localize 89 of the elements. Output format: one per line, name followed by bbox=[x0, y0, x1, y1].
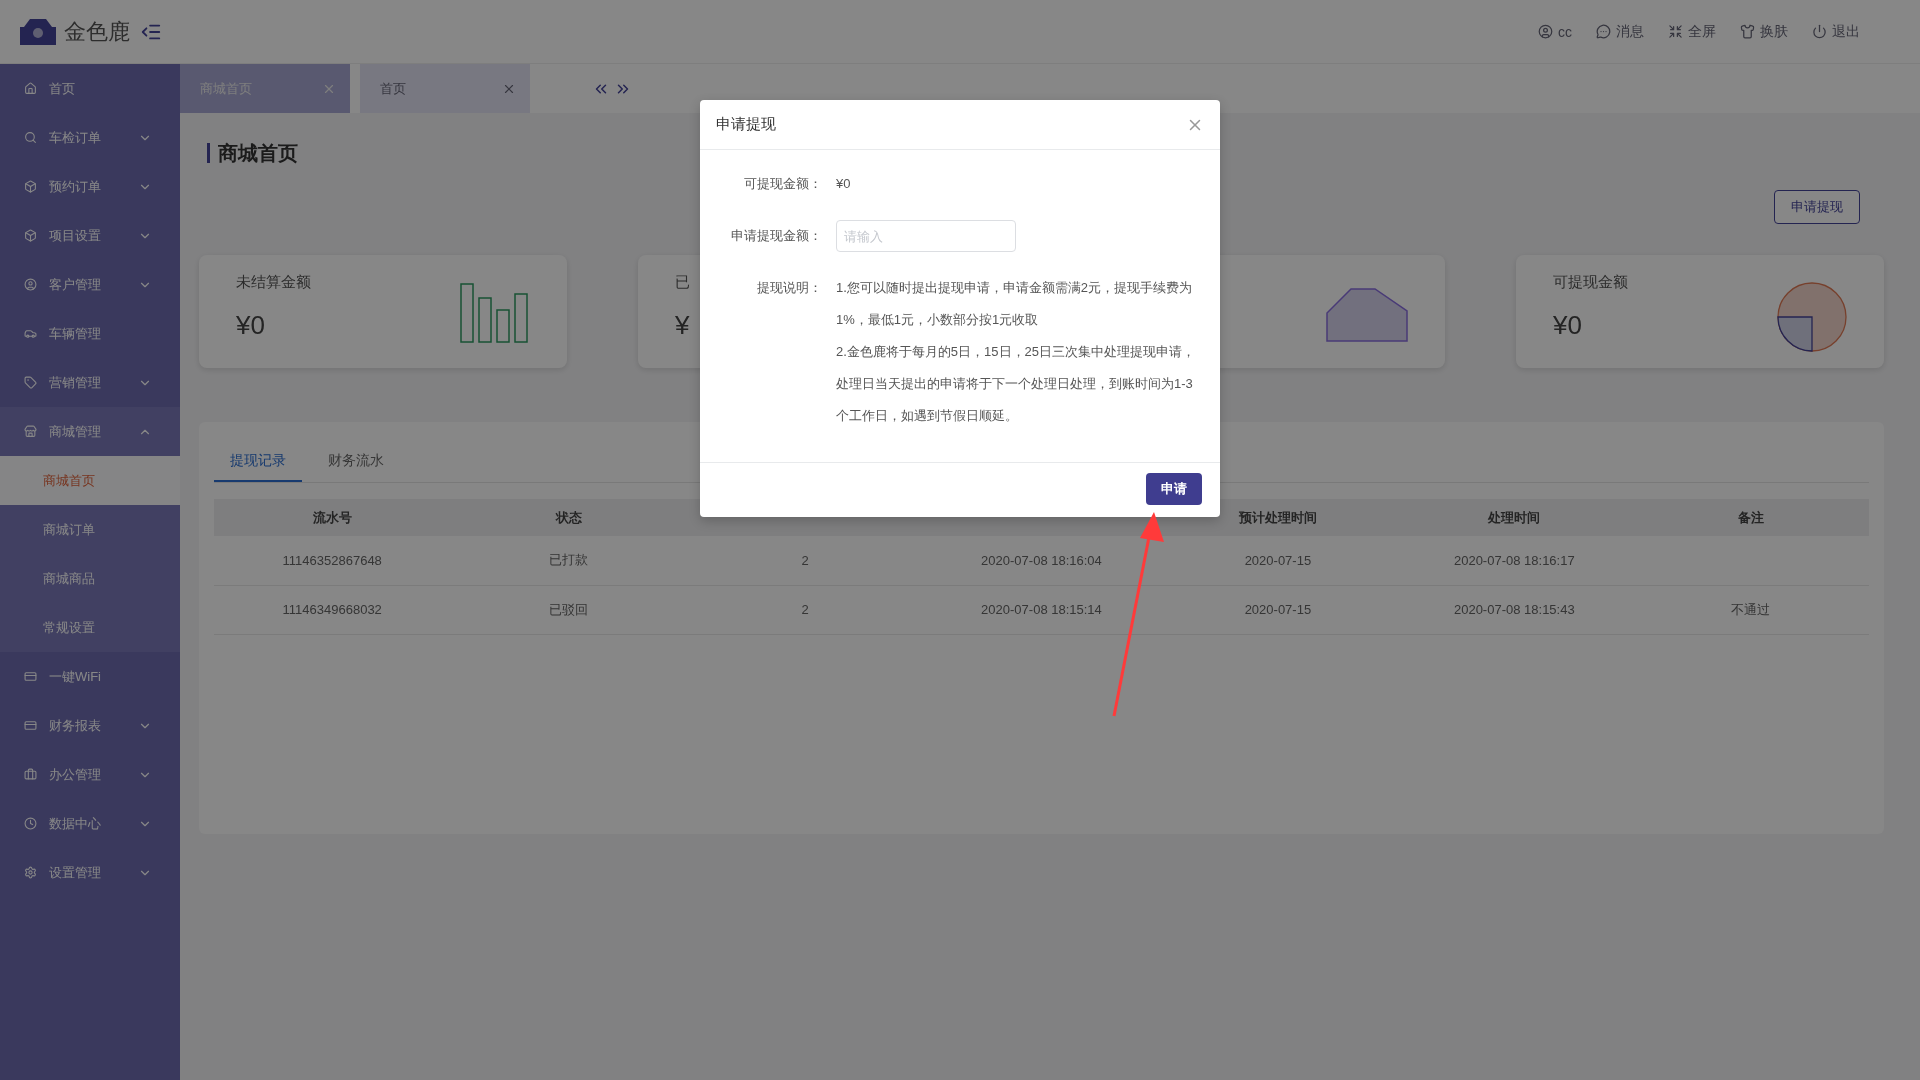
user-icon bbox=[1538, 24, 1553, 39]
home-icon bbox=[24, 82, 37, 95]
sidebar-item[interactable]: 营销管理 bbox=[0, 358, 180, 407]
card-title: 已 bbox=[675, 273, 690, 292]
user-icon bbox=[24, 278, 37, 291]
sidebar-label: 财务报表 bbox=[49, 716, 102, 735]
message-icon bbox=[1596, 24, 1611, 39]
table-cell: 2 bbox=[686, 585, 924, 634]
records-tab[interactable]: 提现记录 bbox=[214, 442, 302, 482]
sidebar-label: 车辆管理 bbox=[49, 324, 102, 343]
table-cell: 2020-07-15 bbox=[1159, 585, 1397, 634]
header-action[interactable]: 换肤 bbox=[1740, 22, 1788, 41]
tag-icon bbox=[24, 376, 37, 389]
table-cell: 2 bbox=[686, 536, 924, 585]
card-title: 可提现金额 bbox=[1553, 273, 1628, 292]
column-header: 状态 bbox=[450, 499, 687, 536]
header-action[interactable]: 消息 bbox=[1596, 22, 1644, 41]
sidebar-label: 首页 bbox=[49, 79, 76, 98]
page-title: 商城首页 bbox=[207, 143, 298, 163]
submenu-item[interactable]: 常规设置 bbox=[0, 603, 180, 652]
shrink-icon bbox=[1668, 24, 1683, 39]
column-header: 备注 bbox=[1632, 499, 1869, 536]
sidebar-label: 项目设置 bbox=[49, 226, 102, 245]
sidebar-label: 设置管理 bbox=[49, 863, 102, 882]
sidebar-item[interactable]: 预约订单 bbox=[0, 162, 180, 211]
box-icon bbox=[24, 229, 37, 242]
table-cell: 已打款 bbox=[450, 536, 687, 585]
field-label: 提现说明： bbox=[756, 279, 822, 297]
shirt-icon bbox=[1740, 24, 1755, 39]
header-action[interactable]: 全屏 bbox=[1668, 22, 1716, 41]
pie-chart-icon bbox=[1776, 281, 1848, 353]
table-cell: 2020-07-08 18:16:17 bbox=[1396, 536, 1633, 585]
column-header: 处理时间 bbox=[1396, 499, 1633, 536]
sidebar-item[interactable]: 客户管理 bbox=[0, 260, 180, 309]
dialog-title: 申请提现 bbox=[716, 115, 776, 134]
sidebar-item[interactable]: 项目设置 bbox=[0, 211, 180, 260]
store-icon bbox=[24, 425, 37, 438]
sidebar-item[interactable]: 设置管理 bbox=[0, 848, 180, 897]
sidebar-item[interactable]: 财务报表 bbox=[0, 701, 180, 750]
briefcase-icon bbox=[24, 768, 37, 781]
sidebar-item[interactable]: 办公管理 bbox=[0, 750, 180, 799]
bar-chart-icon bbox=[459, 283, 531, 343]
car-icon bbox=[24, 327, 37, 340]
records-tab[interactable]: 财务流水 bbox=[312, 442, 400, 482]
card-amount: ¥0 bbox=[236, 310, 266, 341]
sidebar-item[interactable]: 车检订单 bbox=[0, 113, 180, 162]
table-cell: 已驳回 bbox=[450, 585, 687, 634]
field-label: 申请提现金额： bbox=[730, 227, 822, 245]
field-label: 可提现金额： bbox=[743, 175, 822, 193]
submenu-item[interactable]: 商城订单 bbox=[0, 505, 180, 554]
card-title: 未结算金额 bbox=[236, 273, 311, 292]
table-cell: 不通过 bbox=[1632, 585, 1869, 634]
sidebar-label: 客户管理 bbox=[49, 275, 102, 294]
withdraw-note: 2.金色鹿将于每月的5日，15日，25日三次集中处理提现申请，处理日当天提出的申请将于下一个处理日处理，到账时间为1-3个工作日，如遇到节假日顺延。 bbox=[836, 343, 1196, 425]
sidebar-label: 商城管理 bbox=[49, 422, 102, 441]
sidebar-item[interactable]: 车辆管理 bbox=[0, 309, 180, 358]
withdraw-note: 1.您可以随时提出提现申请，申请金额需满2元，提现手续费为1%，最低1元，小数部分按1元收取 bbox=[836, 279, 1194, 329]
sidebar-label: 营销管理 bbox=[49, 373, 102, 392]
available-amount: ¥0 bbox=[836, 175, 852, 193]
card-amount: ¥ bbox=[675, 310, 690, 341]
table-cell: 11146349668032 bbox=[214, 585, 451, 634]
header-action[interactable]: cc bbox=[1538, 22, 1572, 41]
logo-icon bbox=[20, 18, 56, 45]
table-cell: 2020-07-08 18:15:14 bbox=[923, 585, 1160, 634]
search-icon bbox=[24, 131, 37, 144]
table-cell: 11146352867648 bbox=[214, 536, 451, 585]
sidebar-label: 车检订单 bbox=[49, 128, 102, 147]
submenu-item[interactable]: 商城首页 bbox=[0, 456, 180, 505]
gear-icon bbox=[24, 866, 37, 879]
box-icon bbox=[24, 180, 37, 193]
sidebar-label: 办公管理 bbox=[49, 765, 102, 784]
table-cell: 2020-07-08 18:15:43 bbox=[1396, 585, 1633, 634]
card-icon bbox=[24, 719, 37, 732]
sidebar-label: 预约订单 bbox=[49, 177, 102, 196]
clock-icon bbox=[24, 817, 37, 830]
column-header: 流水号 bbox=[214, 499, 451, 536]
sidebar-item[interactable]: 商城管理 bbox=[0, 407, 180, 456]
sidebar-label: 数据中心 bbox=[49, 814, 102, 833]
sidebar-item[interactable]: 首页 bbox=[0, 64, 180, 113]
header-action[interactable]: 退出 bbox=[1812, 22, 1860, 41]
apply-button[interactable]: 申请 bbox=[1146, 473, 1202, 505]
brand-name: 金色鹿 bbox=[64, 17, 130, 46]
page-tab[interactable]: 首页 bbox=[360, 64, 530, 113]
card-icon bbox=[24, 670, 37, 683]
withdraw-button[interactable]: 申请提现 bbox=[1774, 190, 1860, 224]
sidebar-item[interactable]: 数据中心 bbox=[0, 799, 180, 848]
card-amount: ¥0 bbox=[1553, 310, 1583, 341]
submenu-item[interactable]: 商城商品 bbox=[0, 554, 180, 603]
power-icon bbox=[1812, 24, 1827, 39]
